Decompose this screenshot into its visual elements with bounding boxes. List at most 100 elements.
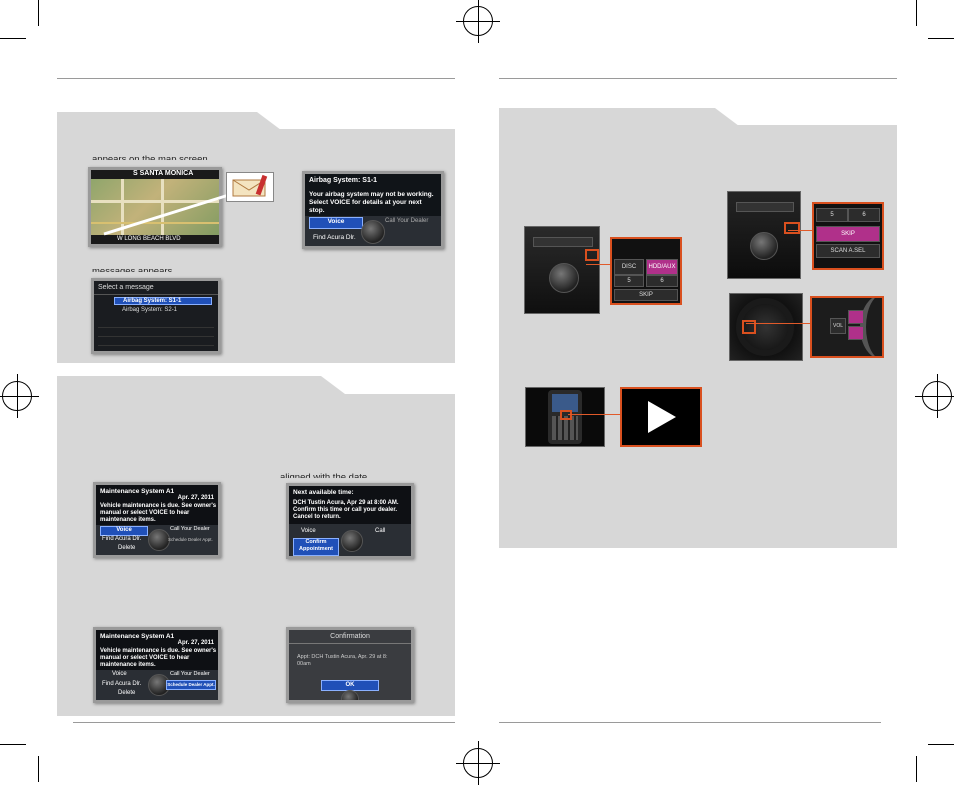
voice-option[interactable]: Voice [112,671,127,677]
confirmation-line: Appt: DCH Tustin Acura, Apr. 29 at 8: [297,654,388,660]
confirmation-screen: Confirmation Appt: DCH Tustin Acura, Apr… [286,627,414,703]
preset-6-key[interactable]: 6 [646,275,678,287]
schedule-appt-button[interactable]: Schedule Dealer Appt. [166,680,216,690]
play-icon [648,401,676,433]
skip-key[interactable]: SKIP [816,226,880,242]
next-time-title: Next available time: [293,489,354,496]
hdd-aux-key[interactable]: HDD/AUX [646,259,678,275]
next-time-line: Confirm this time or call your dealer. [293,507,398,513]
audio-zoom: 5 6 SKIP SCAN A.SEL [812,202,884,270]
steering-wheel-photo [729,293,803,361]
callout-line [103,192,233,236]
next-time-line: Cancel to return. [293,514,341,520]
audio-unit-photo [727,191,801,279]
message-list-item[interactable]: Airbag System: S1-1 [114,297,212,305]
maint-title: Maintenance System A1 [100,633,175,640]
maintenance-screen: Maintenance System A1 Apr. 27, 2011 Vehi… [93,482,221,558]
crop-mark [916,756,917,782]
map-street-top: S SANTA MONICA [133,170,194,177]
selector-knob [148,529,170,551]
call-dealer-option[interactable]: Call Your Dealer [170,526,210,532]
confirm-appointment-button[interactable]: Confirm Appointment [293,538,339,556]
selector-knob [341,530,363,552]
section-tab [57,112,257,130]
cut-text: aligned with the date. [280,472,370,478]
phone-photo [525,387,605,447]
maint-line: Vehicle maintenance is due. See owner's [100,648,217,654]
maint-date: Apr. 27, 2011 [177,495,214,501]
crop-mark [0,38,26,39]
find-dealer-option[interactable]: Find Acura Dlr. [313,234,356,241]
console-zoom: DISC HDD/AUX 5 6 SKIP [610,237,682,305]
selector-knob [361,220,385,244]
call-option[interactable]: Call [375,528,385,534]
airbag-screen: Airbag System: S1-1 Your airbag system m… [302,171,444,249]
wheel-button[interactable] [848,326,864,340]
crop-mark [0,744,26,745]
section-tab-slope [257,112,281,130]
find-dealer-option[interactable]: Find Acura Dlr. [102,681,141,687]
voice-button[interactable]: Voice [309,217,363,229]
schedule-appt-option[interactable]: Schedule Dealer Appt. [168,537,213,542]
confirmation-line: 00am [297,661,311,667]
wheel-button[interactable] [848,310,864,324]
section-tab-slope [321,376,345,394]
airbag-line: Your airbag system may not be working. [309,191,434,198]
maint-title: Maintenance System A1 [100,488,175,495]
zoom-connector [586,264,612,265]
message-icon [226,172,274,202]
maint-line: maintenance items. [100,517,156,523]
preset-5-key[interactable]: 5 [816,208,848,222]
zoom-connector [788,230,812,231]
vol-key[interactable]: VOL [830,318,846,334]
preset-6-key[interactable]: 6 [848,208,880,222]
message-list-title: Select a message [98,284,154,291]
section-tab [57,376,321,394]
disc-key[interactable]: DISC [614,259,644,275]
delete-option[interactable]: Delete [118,545,135,551]
wheel-zoom: VOL [810,296,884,358]
section-tab [499,108,715,126]
maint-line: Vehicle maintenance is due. See owner's [100,503,217,509]
maint-line: manual or select VOICE to hear [100,655,190,661]
cut-text: appears on the map screen. [92,154,211,160]
airbag-title: Airbag System: S1-1 [309,177,378,184]
maintenance-screen: Maintenance System A1 Apr. 27, 2011 Vehi… [93,627,221,703]
crop-mark [928,744,954,745]
cut-text: messages appears. [92,266,175,272]
header-rule [57,78,455,79]
call-dealer-option[interactable]: Call Your Dealer [170,671,210,677]
crop-mark [38,756,39,782]
find-dealer-option[interactable]: Find Acura Dlr. [102,536,141,542]
scan-asel-key[interactable]: SCAN A.SEL [816,244,880,258]
delete-option[interactable]: Delete [118,690,135,696]
preset-5-key[interactable]: 5 [614,275,644,287]
next-time-screen: Next available time: DCH Tustin Acura, A… [286,483,414,559]
footer-rule [499,722,881,723]
voice-option[interactable]: Voice [301,528,316,534]
play-zoom [620,387,702,447]
maint-line: manual or select VOICE to hear [100,510,190,516]
center-console-photo [524,226,600,314]
crop-mark [38,0,39,26]
section-tab-slope [715,108,739,126]
registration-mark [456,741,500,785]
message-list-item[interactable]: Airbag System: S2-1 [114,307,212,315]
header-rule [499,78,897,79]
maint-line: maintenance items. [100,662,156,668]
skip-key[interactable]: SKIP [614,289,678,301]
footer-rule [73,722,455,723]
voice-button[interactable]: Voice [100,526,148,536]
selector-knob [341,690,359,700]
message-list-screen: Select a message Airbag System: S1-1 Air… [91,278,221,354]
crop-mark [928,38,954,39]
registration-mark [0,374,39,418]
zoom-connector [746,323,810,324]
crop-mark [916,0,917,26]
airbag-line: Select VOICE for details at your next [309,199,422,206]
call-dealer-option[interactable]: Call Your Dealer [385,218,435,224]
registration-mark [915,374,954,418]
maint-date: Apr. 27, 2011 [177,640,214,646]
zoom-connector [568,414,620,415]
next-time-line: DCH Tustin Acura, Apr 29 at 8:00 AM. [293,500,399,506]
